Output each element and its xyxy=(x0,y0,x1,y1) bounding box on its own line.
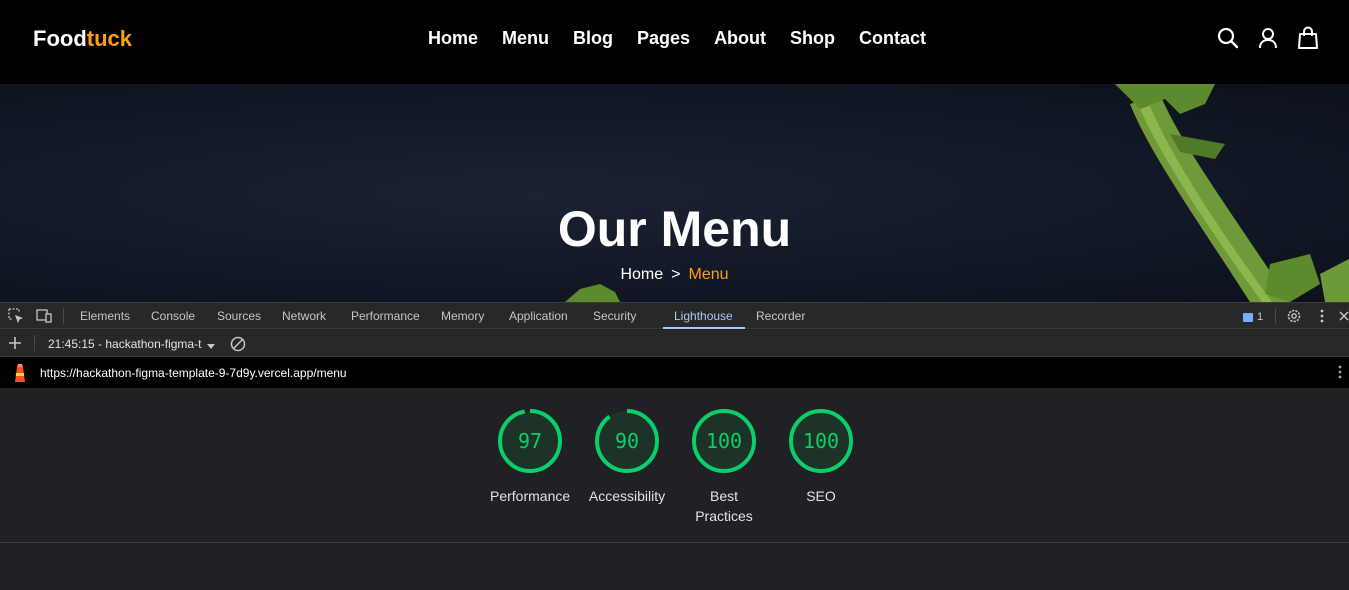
more-options-icon[interactable] xyxy=(1314,308,1330,324)
gauge-performance[interactable]: 97 Performance xyxy=(490,408,570,506)
inspect-element-icon[interactable] xyxy=(8,308,24,324)
gauge-score: 97 xyxy=(517,429,543,453)
devtools-tabbar: Elements Console Sources Network Perform… xyxy=(0,302,1349,329)
toolbar-divider xyxy=(1275,308,1276,324)
gauge-label: SEO xyxy=(806,488,836,504)
nav-about[interactable]: About xyxy=(714,28,766,49)
gauge-label: Performance xyxy=(490,488,571,504)
tab-recorder[interactable]: Recorder xyxy=(756,309,805,323)
tab-sources[interactable]: Sources xyxy=(217,309,261,323)
add-report-icon[interactable] xyxy=(8,336,24,352)
toolbar-divider xyxy=(34,335,35,351)
user-icon[interactable] xyxy=(1257,26,1279,50)
lighthouse-report: 97 Performance 90 Accessibility 100 Best… xyxy=(0,388,1349,543)
gauge-best-practices[interactable]: 100 Best Practices xyxy=(684,408,764,526)
nav-shop[interactable]: Shop xyxy=(790,28,835,49)
tab-network[interactable]: Network xyxy=(282,309,326,323)
tab-lighthouse[interactable]: Lighthouse xyxy=(674,309,733,323)
report-selector[interactable]: 21:45:15 - hackathon-figma-t xyxy=(48,337,201,351)
gauge-accessibility[interactable]: 90 Accessibility xyxy=(587,408,667,506)
gauge-label: Accessibility xyxy=(588,488,666,504)
breadcrumb: Home > Menu xyxy=(0,266,1349,284)
nav-home[interactable]: Home xyxy=(428,28,478,49)
report-url-bar: https://hackathon-figma-template-9-7d9y.… xyxy=(0,357,1349,388)
nav-contact[interactable]: Contact xyxy=(859,28,926,49)
hero-banner: Our Menu Home > Menu xyxy=(0,84,1349,302)
lighthouse-logo-icon xyxy=(11,363,27,382)
nav-menu[interactable]: Menu xyxy=(502,28,549,49)
breadcrumb-current: Menu xyxy=(688,266,729,283)
tab-elements[interactable]: Elements xyxy=(80,309,130,323)
issues-count: 1 xyxy=(1257,311,1264,323)
tab-application[interactable]: Application xyxy=(509,309,568,323)
active-tab-indicator xyxy=(663,327,745,329)
devtools-panel: Elements Console Sources Network Perform… xyxy=(0,302,1349,590)
logo-primary-text: Food xyxy=(33,26,87,51)
lighthouse-toolbar: 21:45:15 - hackathon-figma-t xyxy=(0,330,1349,357)
header-icons xyxy=(1217,26,1319,50)
tab-memory[interactable]: Memory xyxy=(441,309,484,323)
search-icon[interactable] xyxy=(1217,26,1239,50)
close-icon[interactable] xyxy=(1338,308,1349,324)
gauge-score: 100 xyxy=(802,429,840,453)
main-nav: Home Menu Blog Pages About Shop Contact xyxy=(428,28,950,49)
breadcrumb-separator: > xyxy=(671,266,681,283)
tab-performance[interactable]: Performance xyxy=(351,309,420,323)
gauge-seo[interactable]: 100 SEO xyxy=(781,408,861,506)
nav-blog[interactable]: Blog xyxy=(573,28,613,49)
logo-accent-text: tuck xyxy=(86,26,133,51)
gauge-label: Best Practices xyxy=(695,488,753,524)
device-toolbar-icon[interactable] xyxy=(36,308,52,324)
nav-pages[interactable]: Pages xyxy=(637,28,690,49)
issues-icon xyxy=(1243,312,1253,322)
tab-security[interactable]: Security xyxy=(593,309,636,323)
page-title: Our Menu xyxy=(557,201,792,257)
gauge-score: 100 xyxy=(705,429,743,453)
issues-badge[interactable]: 1 xyxy=(1243,311,1263,323)
chevron-down-icon[interactable] xyxy=(206,338,222,354)
report-menu-icon[interactable] xyxy=(1336,364,1349,380)
gauge-score: 90 xyxy=(614,429,640,453)
breadcrumb-home[interactable]: Home xyxy=(620,266,663,283)
settings-gear-icon[interactable] xyxy=(1286,308,1302,324)
report-url[interactable]: https://hackathon-figma-template-9-7d9y.… xyxy=(40,366,347,380)
tab-console[interactable]: Console xyxy=(151,309,195,323)
clear-icon[interactable] xyxy=(230,336,246,352)
toolbar-divider xyxy=(63,308,64,324)
shopping-bag-icon[interactable] xyxy=(1297,26,1319,50)
site-header: Foodtuck Home Menu Blog Pages About Shop… xyxy=(0,0,1349,84)
logo[interactable]: Foodtuck xyxy=(33,26,132,52)
